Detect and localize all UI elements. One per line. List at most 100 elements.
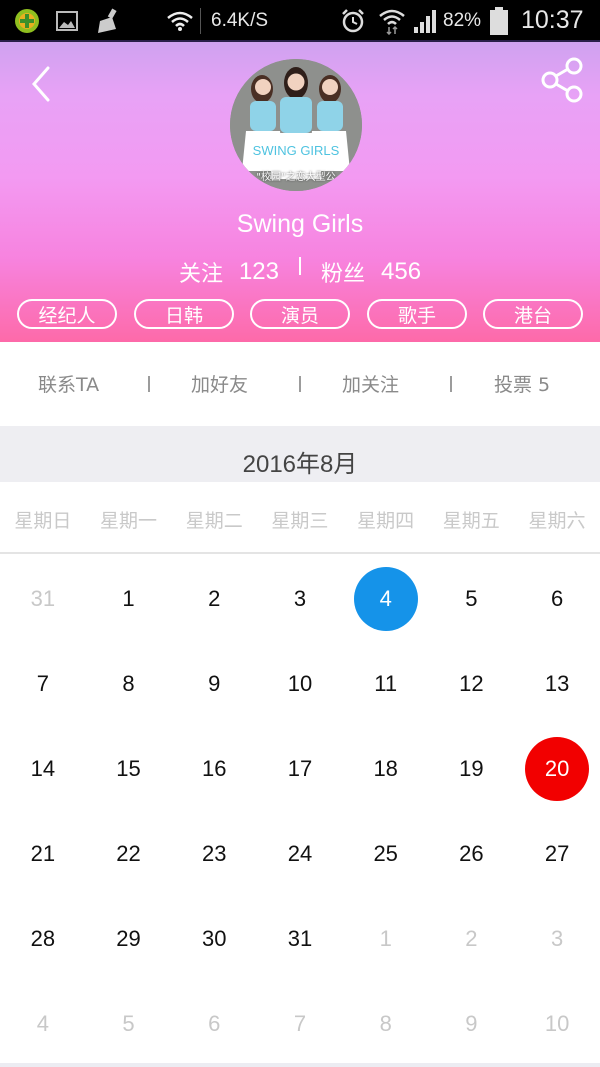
calendar-day[interactable]: 6	[171, 981, 257, 1066]
calendar-day[interactable]: 23	[171, 811, 257, 896]
calendar-day[interactable]: 3	[514, 896, 600, 981]
year-number: 2016	[242, 451, 297, 478]
day-number: 27	[544, 840, 570, 866]
calendar-day[interactable]: 10	[514, 981, 600, 1066]
day-number: 31	[287, 925, 313, 951]
calendar-day[interactable]: 24	[257, 811, 343, 896]
avatar-caption: SWING GIRLS	[252, 143, 340, 158]
month-header: 2016年8月	[0, 426, 600, 482]
calendar-day[interactable]: 31	[0, 556, 86, 641]
weekday-label: 星期三	[271, 510, 329, 532]
fans-label[interactable]: 粉丝	[321, 256, 365, 288]
share-button[interactable]	[540, 56, 586, 104]
calendar-day[interactable]: 3	[257, 556, 343, 641]
calendar-day[interactable]: 31	[257, 896, 343, 981]
day-number: 4	[379, 585, 392, 611]
calendar-day[interactable]: 2	[171, 556, 257, 641]
calendar-day[interactable]: 2	[429, 896, 515, 981]
calendar-day[interactable]: 18	[343, 726, 429, 811]
calendar-day[interactable]: 19	[429, 726, 515, 811]
calendar-day[interactable]: 17	[257, 726, 343, 811]
calendar-day[interactable]: 11	[343, 641, 429, 726]
month-title[interactable]: 2016年8月	[0, 444, 600, 479]
calendar-day[interactable]: 12	[429, 641, 515, 726]
fans-count[interactable]: 456	[381, 258, 421, 286]
weekday-label: 星期日	[14, 510, 72, 532]
calendar-day[interactable]: 1	[343, 896, 429, 981]
calendar-day[interactable]: 16	[171, 726, 257, 811]
calendar-day[interactable]: 7	[257, 981, 343, 1066]
follow-button[interactable]: 加关注	[342, 370, 399, 398]
day-number: 2	[208, 585, 221, 611]
day-number: 26	[459, 840, 484, 866]
day-number: 5	[465, 585, 478, 611]
calendar-day[interactable]: 14	[0, 726, 86, 811]
following-count[interactable]: 123	[239, 258, 279, 286]
calendar-day[interactable]: 8	[86, 641, 172, 726]
calendar-day[interactable]: 22	[86, 811, 172, 896]
day-number: 1	[379, 925, 392, 951]
avatar[interactable]: SWING GIRLS "校园"之恋大型公	[230, 59, 362, 191]
calendar-day[interactable]: 10	[257, 641, 343, 726]
day-number: 12	[459, 670, 484, 696]
back-button[interactable]	[22, 62, 62, 106]
calendar-day[interactable]: 9	[429, 981, 515, 1066]
month-number: 8	[320, 451, 334, 478]
calendar-day[interactable]: 26	[429, 811, 515, 896]
calendar-day[interactable]: 9	[171, 641, 257, 726]
tag-chip[interactable]: 经纪人	[17, 299, 117, 329]
month-suffix: 月	[333, 450, 358, 478]
calendar-day[interactable]: 15	[86, 726, 172, 811]
calendar-day[interactable]: 29	[86, 896, 172, 981]
day-number: 28	[30, 925, 56, 951]
calendar-day[interactable]: 5	[86, 981, 172, 1066]
cleaner-icon	[94, 0, 122, 41]
day-number: 20	[544, 755, 570, 781]
day-number: 19	[459, 755, 484, 781]
day-number: 1	[122, 585, 135, 611]
tag-chip[interactable]: 日韩	[134, 299, 234, 329]
day-number: 25	[373, 840, 398, 866]
calendar-day[interactable]: 8	[343, 981, 429, 1066]
day-number: 14	[30, 755, 56, 781]
image-icon	[56, 0, 78, 41]
day-number: 21	[30, 840, 56, 866]
net-speed: 6.4K/S	[211, 9, 269, 31]
calendar-day[interactable]: 27	[514, 811, 600, 896]
day-number: 17	[287, 755, 313, 781]
action-divider	[148, 376, 150, 392]
day-number: 10	[544, 1010, 570, 1036]
battery-percent: 82%	[443, 9, 482, 31]
calendar-day[interactable]: 21	[0, 811, 86, 896]
calendar-day[interactable]: 13	[514, 641, 600, 726]
calendar-day-marked[interactable]: 20	[514, 726, 600, 811]
calendar-day[interactable]: 4	[0, 981, 86, 1066]
day-number: 11	[374, 670, 398, 696]
calendar-day[interactable]: 6	[514, 556, 600, 641]
tag-chip[interactable]: 演员	[250, 299, 350, 329]
calendar-day[interactable]: 30	[171, 896, 257, 981]
vote-button[interactable]: 投票 5	[494, 370, 550, 398]
day-number: 16	[202, 755, 227, 781]
tag-chip[interactable]: 港台	[483, 299, 583, 329]
day-number: 9	[465, 1010, 478, 1036]
contact-button[interactable]: 联系TA	[38, 370, 99, 398]
calendar-day[interactable]: 28	[0, 896, 86, 981]
day-number: 8	[122, 670, 135, 696]
day-number: 23	[202, 840, 227, 866]
calendar-day[interactable]: 5	[429, 556, 515, 641]
calendar-day[interactable]: 1	[86, 556, 172, 641]
add-friend-button[interactable]: 加好友	[191, 370, 248, 398]
signal-icon	[412, 0, 438, 41]
security-app-icon	[14, 0, 40, 41]
profile-name: Swing Girls	[236, 210, 364, 238]
calendar-day[interactable]: 7	[0, 641, 86, 726]
weekday-label: 星期六	[528, 510, 586, 532]
tag-chip[interactable]: 歌手	[367, 299, 467, 329]
following-label[interactable]: 关注	[179, 256, 223, 288]
action-divider	[299, 376, 301, 392]
day-number: 5	[122, 1010, 135, 1036]
action-bar: 联系TA 加好友 加关注 投票 5	[0, 342, 600, 426]
calendar-day[interactable]: 25	[343, 811, 429, 896]
calendar-day-selected[interactable]: 4	[343, 556, 429, 641]
